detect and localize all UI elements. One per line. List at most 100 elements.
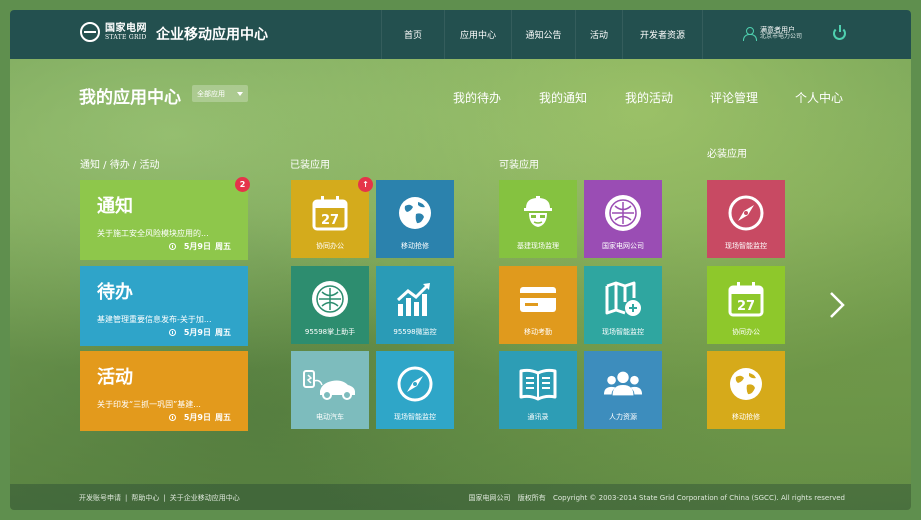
section-label-required: 必装应用 — [707, 149, 747, 160]
notice-count-badge: 2 — [235, 177, 250, 192]
footer: 开发账号申请 | 帮助中心 | 关于企业移动应用中心 国家电网公司 版权所有 Copyr… — [10, 484, 911, 510]
filter-label: 全部应用 — [197, 89, 225, 98]
section-label-installed: 已装应用 — [290, 160, 330, 171]
tile-label: 国家电网公司 — [602, 242, 644, 250]
subnav-comments[interactable]: 评论管理 — [710, 89, 758, 106]
state-grid-logo-icon — [603, 193, 643, 233]
section-label-installable: 可装应用 — [499, 160, 539, 171]
chevron-down-icon — [237, 92, 243, 96]
tile-label: 基建现场监理 — [517, 242, 559, 250]
tile-required-collab-office[interactable]: 27 协同办公 — [707, 266, 785, 344]
tile-label: 移动抢修 — [732, 413, 760, 421]
activity-card[interactable]: 活动 关于印发“三抓一巩固”基建... 5月9日 周五 — [80, 351, 248, 431]
tile-required-mobile-repair[interactable]: 移动抢修 — [707, 351, 785, 429]
top-bar: 国家电网 STATE GRID 企业移动应用中心 首页 应用中心 通知公告 活动… — [10, 10, 911, 59]
card-desc: 关于施工安全风险模块应用的... — [97, 229, 209, 238]
nav-app-center[interactable]: 应用中心 — [444, 10, 511, 59]
tile-collab-office[interactable]: 27 协同办公 — [291, 180, 369, 258]
clock-icon — [168, 243, 176, 250]
logo-cn-text: 国家电网 — [105, 22, 147, 34]
tile-label: 95598微监控 — [393, 328, 437, 336]
tile-state-grid-company[interactable]: 国家电网公司 — [584, 180, 662, 258]
power-icon[interactable] — [833, 25, 846, 40]
tile-label: 电动汽车 — [316, 413, 344, 421]
tile-electric-car[interactable]: 电动汽车 — [291, 351, 369, 429]
todo-card[interactable]: 待办 基建管理重要信息发布-关于加... 5月9日 周五 — [80, 266, 248, 346]
clock-icon — [168, 329, 176, 336]
footer-link-about[interactable]: 关于企业移动应用中心 — [170, 494, 240, 502]
notice-card[interactable]: 通知 关于施工安全风险模块应用的... 5月9日 周五 — [80, 180, 248, 260]
tile-label: 现场智能监控 — [602, 328, 644, 336]
tile-site-monitor[interactable]: 现场智能监控 — [376, 351, 454, 429]
app-window: 国家电网 STATE GRID 企业移动应用中心 首页 应用中心 通知公告 活动… — [10, 10, 911, 510]
globe-icon — [726, 364, 766, 404]
state-grid-logo-icon — [310, 279, 350, 319]
page-title: 我的应用中心 — [79, 88, 181, 108]
user-icon — [743, 27, 757, 42]
card-date: 5月9日 — [183, 413, 211, 422]
card-desc: 关于印发“三抓一巩固”基建... — [97, 400, 201, 409]
subnav-profile[interactable]: 个人中心 — [795, 89, 843, 106]
footer-separator: | — [125, 494, 128, 502]
card-desc: 基建管理重要信息发布-关于加... — [97, 315, 212, 324]
tile-label: 人力资源 — [609, 413, 637, 421]
state-grid-logo[interactable]: 国家电网 STATE GRID — [80, 22, 147, 42]
card-title: 活动 — [97, 367, 133, 388]
card-title: 待办 — [97, 282, 133, 303]
site-title: 企业移动应用中心 — [156, 27, 268, 43]
subnav-activities[interactable]: 我的活动 — [625, 89, 673, 106]
tile-site-monitor-map[interactable]: 现场智能监控 — [584, 266, 662, 344]
card-date: 5月9日 — [183, 328, 211, 337]
nav-home[interactable]: 首页 — [381, 10, 444, 59]
main-nav: 首页 应用中心 通知公告 活动 开发者资源 — [381, 10, 703, 59]
tile-required-site-monitor[interactable]: 现场智能监控 — [707, 180, 785, 258]
tile-mobile-repair[interactable]: 移动抢修 — [376, 180, 454, 258]
logo-en-text: STATE GRID — [105, 33, 147, 41]
chart-icon — [395, 279, 435, 319]
card-weekday: 周五 — [215, 242, 231, 251]
tile-contacts[interactable]: 通讯录 — [499, 351, 577, 429]
next-page-arrow-icon[interactable] — [829, 291, 845, 319]
clock-icon — [168, 414, 176, 421]
card-weekday: 周五 — [215, 328, 231, 337]
card-date: 5月9日 — [183, 242, 211, 251]
footer-company: 国家电网公司 — [468, 494, 511, 502]
app-filter-dropdown[interactable]: 全部应用 — [192, 85, 248, 102]
globe-icon — [395, 193, 435, 233]
footer-link-dev-account[interactable]: 开发账号申请 — [79, 494, 121, 502]
tile-label: 现场智能监控 — [394, 413, 436, 421]
tile-label: 95598掌上助手 — [304, 328, 356, 336]
update-badge: ↑ — [358, 177, 373, 192]
compass-icon — [726, 193, 766, 233]
tile-95598-monitor[interactable]: 95598微监控 — [376, 266, 454, 344]
footer-rights: 版权所有 — [517, 494, 546, 502]
footer-separator: | — [163, 494, 166, 502]
subnav-notices[interactable]: 我的通知 — [539, 89, 587, 106]
calendar-icon: 27 — [726, 279, 766, 319]
calendar-day: 27 — [321, 213, 339, 228]
card-weekday: 周五 — [215, 413, 231, 422]
footer-link-help[interactable]: 帮助中心 — [131, 494, 159, 502]
card-icon — [518, 279, 558, 319]
book-icon — [518, 364, 558, 404]
calendar-day: 27 — [737, 299, 755, 314]
section-label-notices: 通知 / 待办 / 活动 — [80, 160, 160, 171]
compass-icon — [395, 364, 435, 404]
subnav-todo[interactable]: 我的待办 — [453, 89, 501, 106]
electric-car-icon — [302, 364, 358, 404]
tile-label: 协同办公 — [316, 242, 344, 250]
nav-notices[interactable]: 通知公告 — [511, 10, 575, 59]
tile-95598-assistant[interactable]: 95598掌上助手 — [291, 266, 369, 344]
nav-activities[interactable]: 活动 — [575, 10, 622, 59]
nav-developer[interactable]: 开发者资源 — [622, 10, 703, 59]
user-org: 北京市电力公司 — [760, 33, 803, 41]
map-add-icon — [603, 279, 643, 319]
user-menu[interactable]: 满意者用户 北京市电力公司 — [743, 26, 803, 42]
footer-copyright: Copyright © 2003-2014 State Grid Corpora… — [552, 494, 845, 502]
tile-human-resources[interactable]: 人力资源 — [584, 351, 662, 429]
state-grid-logo-icon — [80, 22, 100, 42]
tile-mobile-attendance[interactable]: 移动考勤 — [499, 266, 577, 344]
card-title: 通知 — [97, 196, 133, 217]
tile-label: 通讯录 — [527, 413, 549, 421]
tile-construction-supervision[interactable]: 基建现场监理 — [499, 180, 577, 258]
